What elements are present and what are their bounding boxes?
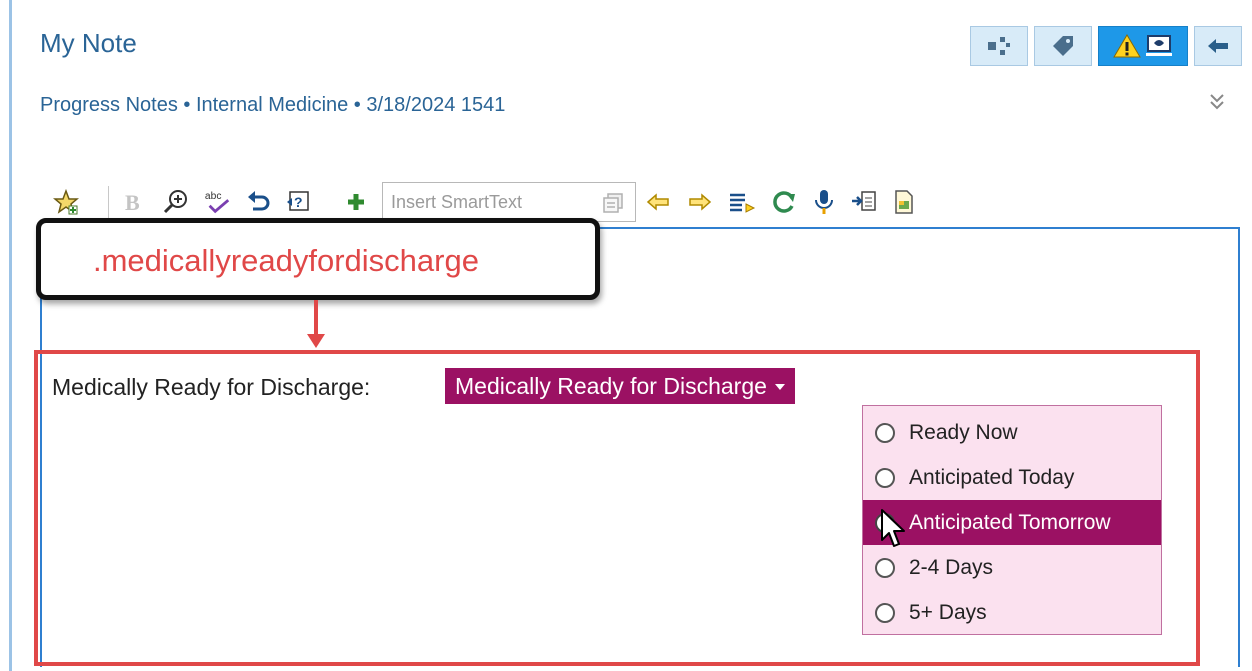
note-title: My Note <box>40 28 137 58</box>
smartlist-value: Medically Ready for Discharge <box>455 372 767 399</box>
import-icon[interactable] <box>850 188 878 216</box>
zoom-icon[interactable] <box>162 188 190 216</box>
tag-icon <box>1053 36 1073 56</box>
bold-icon[interactable]: B <box>118 188 146 216</box>
share-button[interactable] <box>970 26 1028 66</box>
document-icon[interactable] <box>890 188 918 216</box>
chevron-double-down-icon[interactable] <box>1208 92 1226 112</box>
next-arrow-icon[interactable] <box>686 188 714 216</box>
radio-button[interactable] <box>875 557 895 578</box>
smartlist-label: Medically Ready for Discharge: <box>52 374 371 400</box>
spellcheck-icon[interactable]: abc <box>204 188 232 216</box>
smartphrase-callout: .medicallyreadyfordischarge <box>36 218 600 300</box>
option-5-plus-days[interactable]: 5+ Days <box>863 590 1161 635</box>
smartlist-dropdown[interactable]: Medically Ready for Discharge <box>445 368 795 404</box>
reading-icon <box>1145 35 1172 56</box>
undo-icon[interactable] <box>244 188 272 216</box>
option-label: Ready Now <box>909 420 1018 444</box>
option-label: Anticipated Today <box>909 465 1075 489</box>
option-label: 5+ Days <box>909 600 987 624</box>
option-anticipated-today[interactable]: Anticipated Today <box>863 455 1161 500</box>
microphone-icon[interactable] <box>810 188 838 216</box>
option-ready-now[interactable]: Ready Now <box>863 410 1161 455</box>
svg-text:?: ? <box>294 194 303 210</box>
add-icon[interactable] <box>342 188 370 216</box>
caret-down-icon <box>774 384 785 390</box>
left-border <box>9 0 12 671</box>
radio-button[interactable] <box>875 422 895 443</box>
warning-button[interactable] <box>1098 26 1188 66</box>
toolbar-separator <box>108 186 109 220</box>
svg-text:B: B <box>125 190 140 214</box>
share-icon <box>988 37 1010 55</box>
back-arrow-icon <box>1208 39 1228 53</box>
list-icon[interactable] <box>728 188 756 216</box>
smarttext-field[interactable] <box>382 182 636 222</box>
svg-text:abc: abc <box>205 191 222 202</box>
callout-arrow-head <box>307 334 325 348</box>
star-icon[interactable] <box>52 188 80 216</box>
callout-arrow <box>314 300 318 338</box>
refresh-icon[interactable] <box>770 188 798 216</box>
back-button[interactable] <box>1194 26 1242 66</box>
radio-button[interactable] <box>875 467 895 488</box>
callout-text: .medicallyreadyfordischarge <box>93 243 479 278</box>
option-label: Anticipated Tomorrow <box>909 510 1111 534</box>
note-subtitle: Progress Notes • Internal Medicine • 3/1… <box>40 94 506 116</box>
prev-arrow-icon[interactable] <box>644 188 672 216</box>
help-icon[interactable]: ? <box>284 188 312 216</box>
mouse-cursor-icon <box>881 509 905 547</box>
copy-icon[interactable] <box>601 191 625 215</box>
option-label: 2-4 Days <box>909 555 994 579</box>
radio-button[interactable] <box>875 602 895 623</box>
warning-icon <box>1112 34 1141 58</box>
tag-button[interactable] <box>1034 26 1092 66</box>
smarttext-input[interactable] <box>391 191 591 213</box>
